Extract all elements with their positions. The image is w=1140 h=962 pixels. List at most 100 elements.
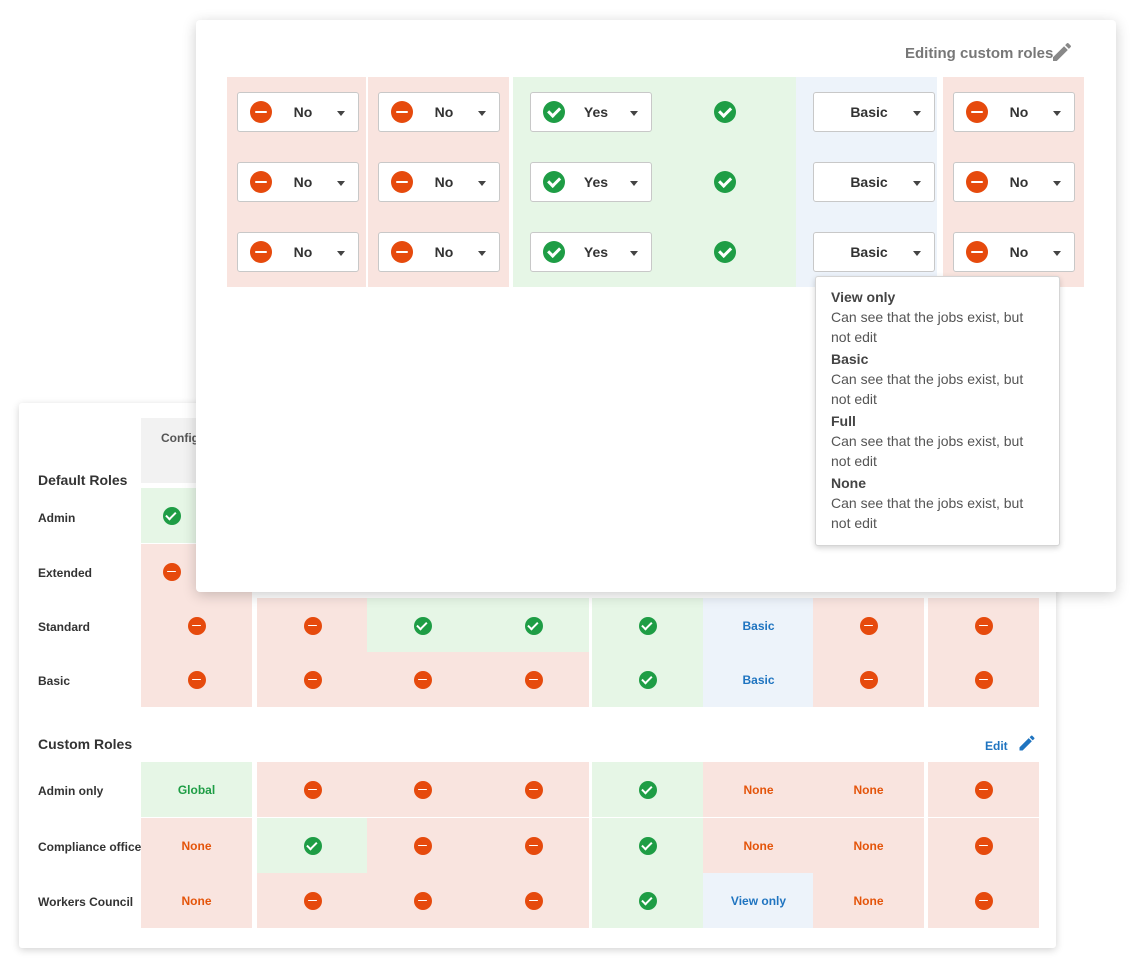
table-cell bbox=[141, 652, 252, 707]
row-label-basic: Basic bbox=[38, 674, 71, 688]
minus-icon bbox=[391, 241, 413, 263]
check-icon bbox=[638, 891, 657, 910]
row-label-compliance-officer: Compliance officer bbox=[38, 840, 147, 854]
check-icon bbox=[524, 616, 543, 635]
option-none[interactable]: None Can see that the jobs exist, but no… bbox=[831, 473, 1044, 533]
table-cell-level: None bbox=[141, 818, 252, 873]
table-cell bbox=[592, 873, 703, 928]
permission-dropdown[interactable]: No bbox=[237, 232, 359, 272]
table-cell bbox=[257, 818, 368, 873]
caret-down-icon bbox=[478, 111, 486, 116]
caret-down-icon bbox=[478, 251, 486, 256]
pencil-icon[interactable] bbox=[1017, 733, 1037, 753]
table-cell-level: None bbox=[703, 818, 814, 873]
permission-dropdown[interactable]: No bbox=[378, 162, 500, 202]
check-icon bbox=[543, 171, 565, 193]
option-view-only[interactable]: View only Can see that the jobs exist, b… bbox=[831, 287, 1044, 347]
table-cell bbox=[257, 652, 368, 707]
table-cell-level: Basic bbox=[703, 652, 814, 707]
minus-icon bbox=[413, 891, 432, 910]
minus-icon bbox=[413, 780, 432, 799]
row-label-standard: Standard bbox=[38, 620, 91, 634]
caret-down-icon bbox=[1053, 251, 1061, 256]
default-roles-title: Default Roles bbox=[38, 472, 128, 488]
caret-down-icon bbox=[337, 181, 345, 186]
caret-down-icon bbox=[337, 111, 345, 116]
minus-icon bbox=[162, 562, 181, 581]
table-cell bbox=[928, 873, 1039, 928]
table-cell bbox=[478, 652, 589, 707]
table-cell bbox=[367, 818, 478, 873]
table-cell bbox=[141, 598, 252, 653]
minus-icon bbox=[859, 616, 878, 635]
minus-icon bbox=[974, 616, 993, 635]
caret-down-icon bbox=[630, 181, 638, 186]
option-full[interactable]: Full Can see that the jobs exist, but no… bbox=[831, 411, 1044, 471]
minus-icon bbox=[974, 836, 993, 855]
minus-icon bbox=[524, 891, 543, 910]
access-level-dropdown[interactable]: Basic bbox=[813, 162, 935, 202]
table-cell-level: Basic bbox=[703, 598, 814, 653]
editing-title: Editing custom roles bbox=[905, 45, 1054, 62]
minus-icon bbox=[187, 670, 206, 689]
caret-down-icon bbox=[1053, 111, 1061, 116]
permission-dropdown[interactable]: No bbox=[953, 232, 1075, 272]
table-cell-level: None bbox=[813, 873, 924, 928]
minus-icon bbox=[974, 891, 993, 910]
table-cell-level: View only bbox=[703, 873, 814, 928]
minus-icon bbox=[250, 241, 272, 263]
minus-icon bbox=[413, 670, 432, 689]
check-icon bbox=[714, 241, 736, 263]
table-cell bbox=[257, 598, 368, 653]
edit-custom-roles-card: Editing custom roles No No Yes Basic No … bbox=[196, 20, 1116, 592]
permission-dropdown[interactable]: No bbox=[378, 92, 500, 132]
edit-custom-roles-link[interactable]: Edit bbox=[985, 739, 1008, 753]
minus-icon bbox=[524, 836, 543, 855]
table-cell bbox=[478, 598, 589, 653]
permission-dropdown[interactable]: No bbox=[378, 232, 500, 272]
table-cell bbox=[367, 598, 478, 653]
table-cell bbox=[592, 818, 703, 873]
caret-down-icon bbox=[337, 251, 345, 256]
table-cell bbox=[367, 762, 478, 817]
check-icon bbox=[543, 101, 565, 123]
minus-icon bbox=[524, 670, 543, 689]
check-icon bbox=[638, 780, 657, 799]
permission-dropdown[interactable]: No bbox=[237, 92, 359, 132]
caret-down-icon bbox=[630, 251, 638, 256]
minus-icon bbox=[966, 241, 988, 263]
option-basic[interactable]: Basic Can see that the jobs exist, but n… bbox=[831, 349, 1044, 409]
permission-dropdown[interactable]: Yes bbox=[530, 92, 652, 132]
permission-dropdown[interactable]: No bbox=[953, 162, 1075, 202]
table-cell bbox=[813, 652, 924, 707]
minus-icon bbox=[966, 171, 988, 193]
table-cell bbox=[928, 598, 1039, 653]
table-cell bbox=[928, 762, 1039, 817]
access-level-dropdown[interactable]: Basic bbox=[813, 92, 935, 132]
check-icon bbox=[638, 670, 657, 689]
permission-dropdown[interactable]: No bbox=[953, 92, 1075, 132]
table-cell bbox=[478, 818, 589, 873]
minus-icon bbox=[524, 780, 543, 799]
table-cell-level: None bbox=[813, 762, 924, 817]
pencil-icon[interactable] bbox=[1050, 40, 1074, 64]
caret-down-icon bbox=[913, 111, 921, 116]
table-cell bbox=[367, 652, 478, 707]
permission-dropdown[interactable]: Yes bbox=[530, 162, 652, 202]
minus-icon bbox=[413, 836, 432, 855]
caret-down-icon bbox=[913, 181, 921, 186]
table-cell bbox=[478, 762, 589, 817]
permission-dropdown[interactable]: Yes bbox=[530, 232, 652, 272]
table-cell-level: Global bbox=[141, 762, 252, 817]
minus-icon bbox=[391, 101, 413, 123]
minus-icon bbox=[303, 780, 322, 799]
access-level-options-menu: View only Can see that the jobs exist, b… bbox=[815, 276, 1060, 546]
permission-dropdown[interactable]: No bbox=[237, 162, 359, 202]
custom-roles-title: Custom Roles bbox=[38, 736, 133, 752]
access-level-dropdown-open[interactable]: Basic bbox=[813, 232, 935, 272]
minus-icon bbox=[303, 616, 322, 635]
row-label-admin-only: Admin only bbox=[38, 784, 104, 798]
row-label-workers-council: Workers Council bbox=[38, 895, 134, 909]
table-cell-level: None bbox=[141, 873, 252, 928]
table-cell-level: None bbox=[703, 762, 814, 817]
